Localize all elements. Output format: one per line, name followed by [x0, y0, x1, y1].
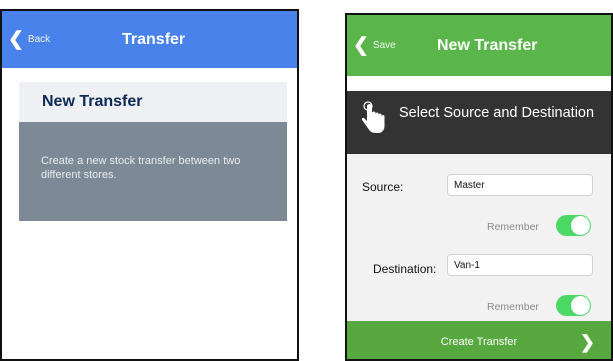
phone-screen-transfer: ❮ Back Transfer New Transfer Create a ne… [0, 9, 299, 361]
destination-input[interactable] [447, 254, 593, 276]
nav-title: Transfer [122, 30, 186, 48]
create-transfer-button[interactable]: Create Transfer ❯ [347, 321, 611, 359]
source-remember-label: Remember [487, 221, 539, 233]
hand-pointer-icon [361, 101, 385, 133]
nav-title: New Transfer [437, 36, 538, 54]
new-transfer-card[interactable]: New Transfer Create a new stock transfer… [19, 82, 287, 221]
source-label: Source: [362, 180, 404, 194]
nav-bar: ❮ Back Transfer [2, 11, 297, 68]
destination-remember-label: Remember [487, 301, 539, 313]
chevron-left-icon: ❮ [8, 29, 24, 50]
modal-header: Select Source and Destination [347, 91, 611, 154]
create-transfer-label: Create Transfer [440, 336, 518, 348]
nav-bar: ❮ Save New Transfer [347, 15, 611, 76]
card-title: New Transfer [19, 82, 287, 122]
source-destination-form: Source: Remember Destination: Remember [347, 154, 611, 321]
chevron-left-icon: ❮ [353, 35, 369, 56]
modal-title: Select Source and Destination [399, 105, 595, 121]
destination-label: Destination: [373, 262, 437, 276]
phone-screen-new-transfer: ❮ Save New Transfer Select Source and De… [345, 13, 613, 361]
toggle-knob [571, 296, 590, 315]
source-input[interactable] [447, 174, 593, 196]
toggle-knob [571, 216, 590, 235]
back-button[interactable]: ❮ Back [8, 11, 50, 68]
save-label: Save [372, 40, 396, 51]
chevron-right-icon: ❯ [579, 331, 595, 352]
source-remember-toggle[interactable] [556, 215, 591, 236]
destination-remember-toggle[interactable] [556, 295, 591, 316]
save-button[interactable]: ❮ Save [353, 15, 396, 76]
card-description: Create a new stock transfer between two … [41, 155, 241, 181]
back-label: Back [27, 34, 51, 45]
